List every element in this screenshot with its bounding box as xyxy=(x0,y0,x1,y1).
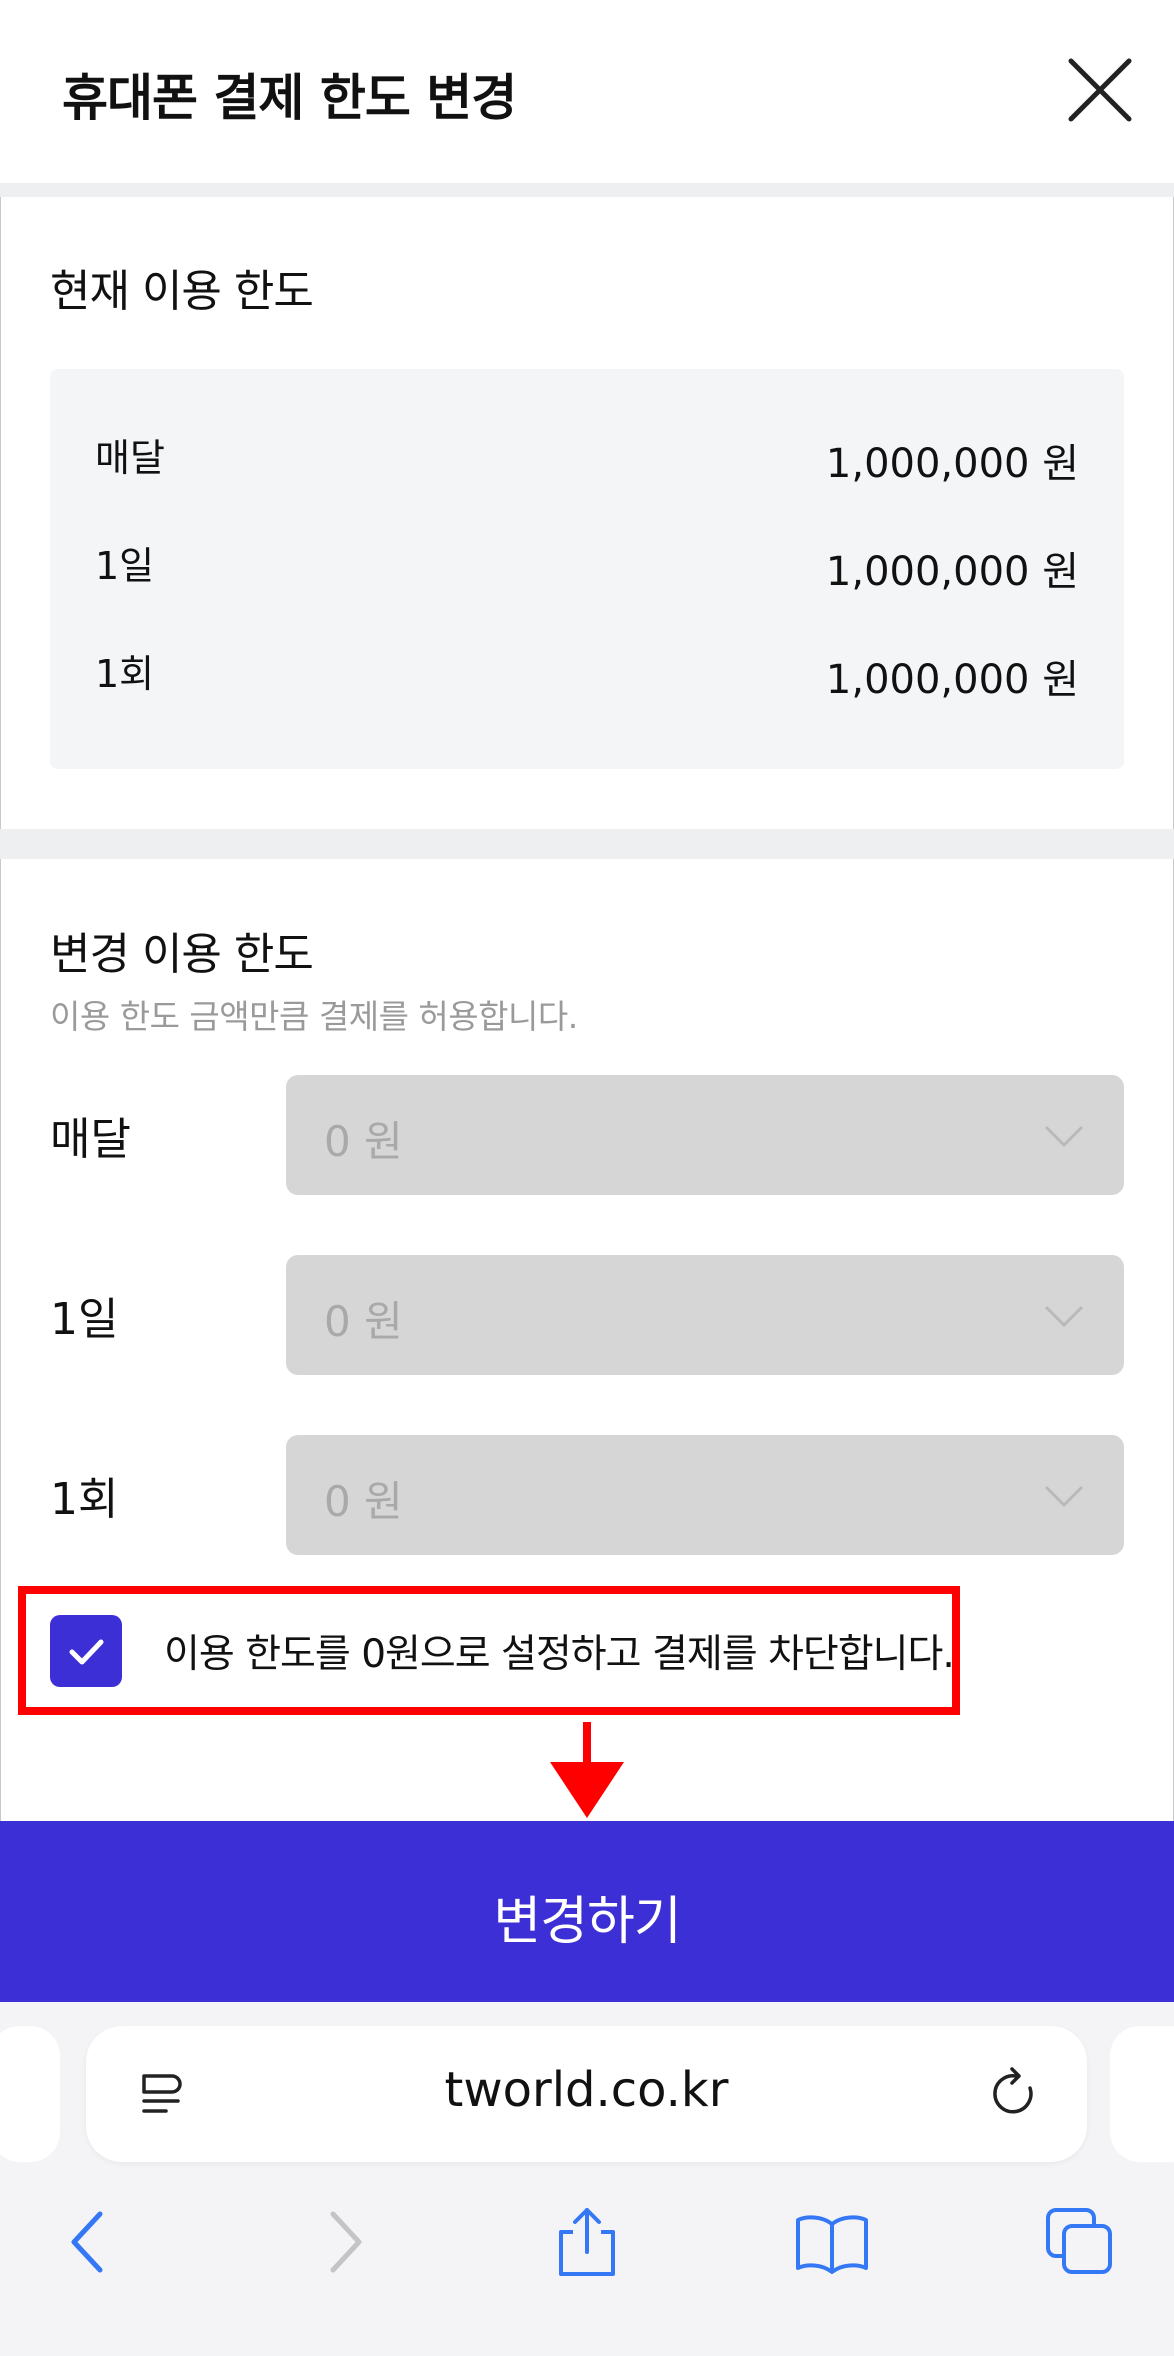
field-label-per-use: 1회 xyxy=(50,1474,119,1525)
current-limit-row-monthly: 매달 1,000,000 원 xyxy=(95,427,1079,487)
address-bar[interactable]: tworld.co.kr xyxy=(86,2026,1087,2162)
current-limit-label: 1일 xyxy=(95,544,155,588)
block-payment-checkbox[interactable] xyxy=(50,1615,122,1687)
back-icon[interactable] xyxy=(50,2202,130,2282)
select-daily-limit[interactable]: 0 원 xyxy=(286,1255,1124,1375)
share-icon[interactable] xyxy=(547,2202,627,2282)
field-label-daily: 1일 xyxy=(50,1294,119,1345)
current-limit-value: 1,000,000 원 xyxy=(825,657,1079,703)
adjacent-tab-right[interactable] xyxy=(1110,2026,1174,2162)
current-limit-title: 현재 이용 한도 xyxy=(50,266,314,317)
current-limit-label: 1회 xyxy=(95,652,155,696)
close-button[interactable] xyxy=(1065,55,1135,125)
submit-change-button[interactable]: 변경하기 xyxy=(0,1821,1174,2002)
select-value: 0 원 xyxy=(324,1297,403,1346)
current-limit-label: 매달 xyxy=(95,436,165,480)
chevron-down-icon xyxy=(1044,1305,1084,1328)
close-icon xyxy=(1068,58,1132,122)
select-monthly-limit[interactable]: 0 원 xyxy=(286,1075,1124,1195)
annotation-arrow-down-icon xyxy=(550,1722,624,1818)
change-limit-title: 변경 이용 한도 xyxy=(50,929,314,980)
section-divider xyxy=(0,183,1174,197)
url-text: tworld.co.kr xyxy=(444,2062,729,2118)
browser-chrome: tworld.co.kr xyxy=(0,2002,1174,2356)
submit-change-label: 변경하기 xyxy=(493,1892,681,1952)
select-value: 0 원 xyxy=(324,1117,403,1166)
select-per-use-limit[interactable]: 0 원 xyxy=(286,1435,1124,1555)
current-limit-box: 매달 1,000,000 원 1일 1,000,000 원 1회 1,000,0… xyxy=(50,369,1124,769)
adjacent-tab-left[interactable] xyxy=(0,2026,60,2162)
page-title: 휴대폰 결제 한도 변경 xyxy=(62,69,517,127)
current-limit-value: 1,000,000 원 xyxy=(825,441,1079,487)
forward-icon[interactable] xyxy=(303,2202,383,2282)
chevron-down-icon xyxy=(1044,1125,1084,1148)
reload-icon[interactable] xyxy=(986,2066,1042,2122)
current-limit-value: 1,000,000 원 xyxy=(825,549,1079,595)
modal-header: 휴대폰 결제 한도 변경 xyxy=(0,0,1174,183)
current-limit-row-per-use: 1회 1,000,000 원 xyxy=(95,643,1079,703)
block-payment-label[interactable]: 이용 한도를 0원으로 설정하고 결제를 차단합니다. xyxy=(164,1623,955,1679)
checkmark-icon xyxy=(69,1639,104,1665)
change-limit-subtitle: 이용 한도 금액만큼 결제를 허용합니다. xyxy=(50,997,578,1036)
current-limit-row-daily: 1일 1,000,000 원 xyxy=(95,535,1079,595)
section-divider xyxy=(0,829,1174,859)
select-value: 0 원 xyxy=(324,1477,403,1526)
tabs-icon[interactable] xyxy=(1040,2202,1120,2282)
bookmarks-icon[interactable] xyxy=(792,2202,872,2282)
field-label-monthly: 매달 xyxy=(50,1114,131,1165)
chevron-down-icon xyxy=(1044,1485,1084,1508)
